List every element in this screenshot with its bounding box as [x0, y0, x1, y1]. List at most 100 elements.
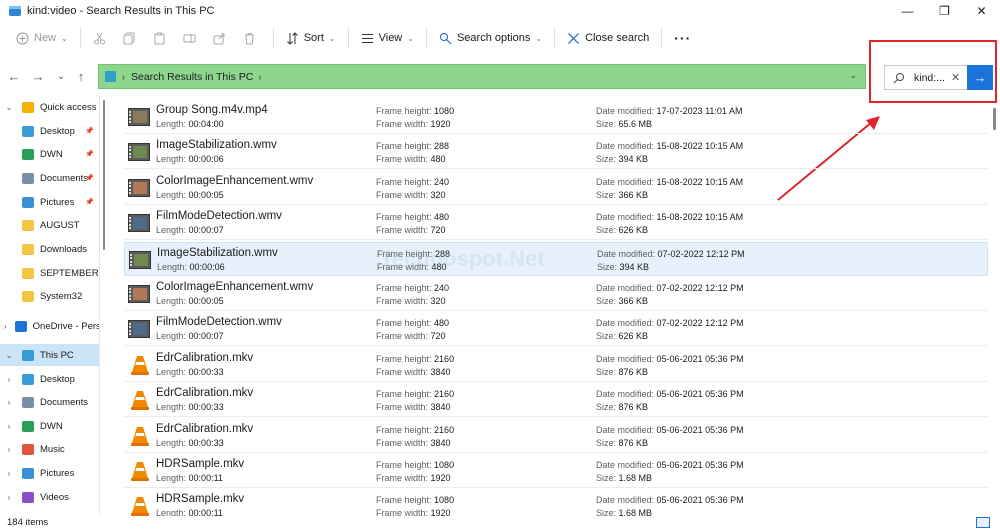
- chevron-right-icon[interactable]: ›: [4, 469, 14, 478]
- value: Date modified:: [596, 318, 655, 329]
- file-row[interactable]: FilmModeDetection.wmv Length: 00:00:07 Fra…: [124, 206, 988, 241]
- sort-button[interactable]: Sort ⌄: [280, 26, 342, 50]
- value: Length:: [156, 473, 187, 483]
- close-search-button[interactable]: Close search: [561, 26, 655, 50]
- share-button[interactable]: [207, 26, 237, 50]
- pin-icon: 📌: [85, 128, 94, 135]
- sidebar-item[interactable]: Desktop 📌: [0, 120, 99, 142]
- frame-width: Frame width: 3840: [376, 402, 451, 412]
- chevron-right-icon[interactable]: ›: [4, 398, 14, 407]
- close-button[interactable]: ✕: [963, 0, 1000, 22]
- sidebar-item[interactable]: › Pictures: [0, 462, 99, 484]
- chevron-right-icon[interactable]: ›: [4, 445, 14, 454]
- value: Frame height:: [376, 283, 432, 293]
- sidebar-item[interactable]: › DWN: [0, 415, 99, 437]
- sidebar-item[interactable]: › Documents: [0, 391, 99, 413]
- file-row[interactable]: ImageStabilization.wmv Length: 00:00:06 Fr…: [124, 241, 988, 276]
- view-button[interactable]: View ⌄: [355, 26, 420, 50]
- back-icon[interactable]: ←: [4, 66, 24, 86]
- sidebar-item[interactable]: › Desktop: [0, 368, 99, 390]
- file-row[interactable]: FilmModeDetection.wmv Length: 00:00:07 Fra…: [124, 312, 988, 347]
- video-thumbnail: [128, 214, 150, 233]
- sidebar-item[interactable]: › Videos: [0, 486, 99, 508]
- desktop-icon: [22, 373, 34, 385]
- chevron-down-icon[interactable]: ⌄: [849, 70, 857, 81]
- chevron-right-icon[interactable]: ›: [4, 422, 14, 431]
- up-icon[interactable]: ↑: [71, 66, 91, 86]
- file-row[interactable]: HDRSample.mkv Length: 00:00:11 Frame heigh…: [124, 454, 988, 488]
- download-icon: [22, 148, 34, 160]
- file-row[interactable]: ColorImageEnhancement.wmv Length: 00:00:0…: [124, 277, 988, 311]
- sort-icon: [286, 31, 298, 45]
- sidebar-item[interactable]: Pictures 📌: [0, 191, 99, 213]
- value: Frame height:: [376, 460, 432, 470]
- sidebar-item[interactable]: ⌄ This PC: [0, 344, 99, 366]
- search-options-label: Search options: [456, 32, 531, 44]
- copy-button[interactable]: [117, 26, 147, 50]
- maximize-button[interactable]: ❐: [926, 0, 963, 22]
- file-row[interactable]: ImageStabilization.wmv Length: 00:00:06 Fr…: [124, 135, 988, 170]
- file-row[interactable]: EdrCalibration.mkv Length: 00:00:33 Frame …: [124, 383, 988, 418]
- file-row[interactable]: Group Song.m4v.mp4 Length: 00:04:00 Frame …: [124, 100, 988, 134]
- sidebar-item[interactable]: › OneDrive - Perso: [0, 315, 100, 337]
- recent-locations-icon[interactable]: ⌄: [51, 66, 71, 86]
- file-list-scrollbar[interactable]: [990, 98, 998, 516]
- value: Frame width:: [376, 296, 429, 306]
- details-view-icon[interactable]: [976, 517, 990, 528]
- value: Frame height:: [376, 141, 432, 152]
- file-row[interactable]: EdrCalibration.mkv Length: 00:00:33 Frame …: [124, 419, 988, 453]
- window-title: kind:video - Search Results in This PC: [27, 5, 215, 17]
- length-value: 00:00:33: [188, 402, 224, 413]
- forward-icon[interactable]: →: [28, 66, 48, 86]
- frame-width: Frame width: 320: [376, 296, 446, 306]
- chevron-down-icon[interactable]: ⌄: [4, 351, 14, 360]
- more-options-button[interactable]: ···: [668, 26, 697, 50]
- file-row[interactable]: HDRSample.mkv Length: 00:00:11 Frame heigh…: [124, 489, 988, 516]
- sidebar-scrollbar[interactable]: [101, 96, 107, 514]
- sidebar-item[interactable]: SEPTEMBER: [0, 262, 99, 284]
- value: Length:: [156, 154, 187, 165]
- scrollbar-thumb[interactable]: [103, 100, 105, 250]
- cut-button[interactable]: [87, 26, 117, 50]
- rename-button[interactable]: [177, 26, 207, 50]
- sidebar-item[interactable]: DWN 📌: [0, 143, 99, 165]
- chevron-right-icon[interactable]: ›: [4, 493, 14, 502]
- chevron-down-icon[interactable]: ⌄: [4, 103, 14, 112]
- sidebar-item[interactable]: › Music: [0, 438, 99, 460]
- scissors-icon: [93, 32, 105, 44]
- minimize-button[interactable]: —: [889, 0, 926, 22]
- file-name: EdrCalibration.mkv: [156, 387, 253, 399]
- chevron-right-icon[interactable]: ›: [4, 322, 7, 331]
- new-button[interactable]: New ⌄: [10, 26, 74, 50]
- sidebar-item[interactable]: Downloads: [0, 238, 99, 260]
- breadcrumb[interactable]: Search Results in This PC: [131, 71, 253, 83]
- search-options-button[interactable]: Search options ⌄: [433, 26, 548, 50]
- chevron-right-icon[interactable]: ›: [4, 375, 14, 384]
- scrollbar-thumb[interactable]: [993, 108, 996, 130]
- value: Frame width:: [376, 189, 429, 200]
- file-row[interactable]: ColorImageEnhancement.wmv Length: 00:00:0…: [124, 171, 988, 205]
- sidebar-item[interactable]: ⌄ Quick access: [0, 96, 99, 118]
- sidebar-item[interactable]: AUGUST: [0, 214, 99, 236]
- value: Date modified:: [596, 212, 655, 223]
- file-row[interactable]: EdrCalibration.mkv Length: 00:00:33 Frame …: [124, 348, 988, 382]
- address-bar[interactable]: › Search Results in This PC › ⌄: [98, 64, 866, 89]
- date-modified-value: 05-06-2021 05:36 PM: [656, 424, 744, 435]
- sidebar-item-label: Pictures: [40, 196, 75, 208]
- delete-button[interactable]: [237, 26, 267, 50]
- music-icon: [22, 443, 34, 455]
- frame-height-value: 1080: [434, 460, 455, 470]
- frame-height-value: 2160: [434, 389, 455, 400]
- sidebar-item[interactable]: Documents 📌: [0, 167, 99, 189]
- thumbnail-image: [133, 146, 147, 159]
- sidebar-item-label: OneDrive - Perso: [32, 320, 100, 332]
- chevron-down-icon: ⌄: [328, 33, 336, 43]
- file-length: Length: 00:00:06: [157, 262, 225, 272]
- value: Group Song.m4v.mp4: [156, 104, 268, 116]
- paste-button[interactable]: [147, 26, 177, 50]
- sidebar-item[interactable]: System32: [0, 285, 99, 307]
- file-name: ColorImageEnhancement.wmv: [156, 281, 313, 293]
- sidebar-item-label: SEPTEMBER: [40, 267, 99, 279]
- date-modified: Date modified: 07-02-2022 12:12 PM: [597, 249, 745, 259]
- chevron-right-icon[interactable]: ›: [258, 72, 261, 82]
